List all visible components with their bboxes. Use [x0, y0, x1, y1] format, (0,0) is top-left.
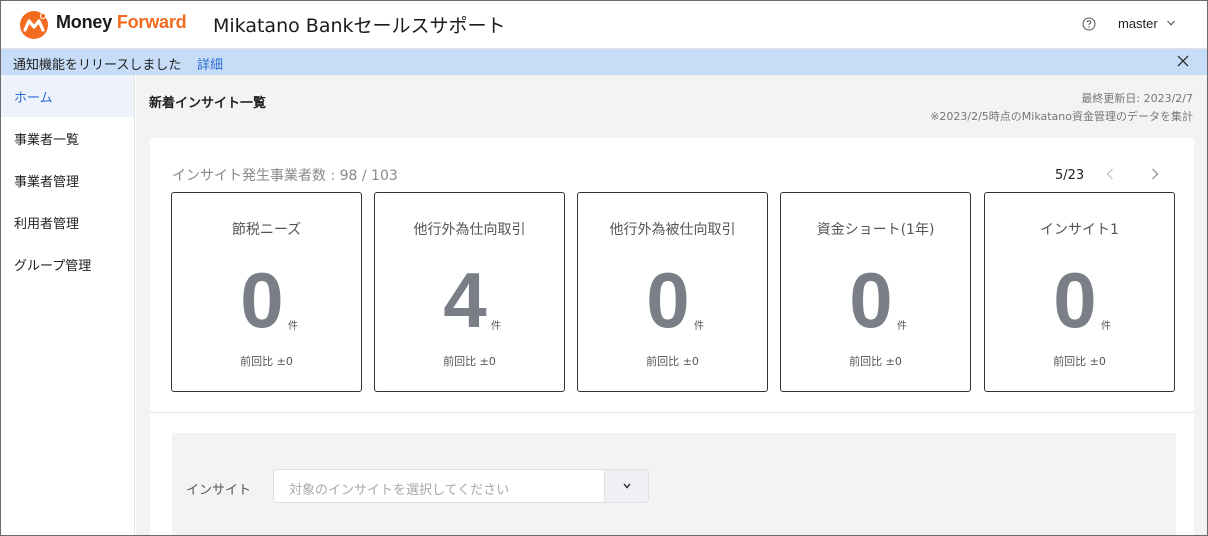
chevron-down-icon	[623, 483, 631, 489]
brand-logo-text[interactable]: Money Forward	[56, 12, 187, 33]
tile-diff: 前回比 ±0	[240, 355, 293, 368]
tile-unit: 件	[491, 321, 501, 332]
brand-forward: Forward	[116, 12, 187, 32]
insight-tile[interactable]: 他行外為仕向取引 4 件 前回比 ±0	[374, 192, 565, 392]
insight-tile[interactable]: インサイト1 0 件 前回比 ±0	[984, 192, 1175, 392]
chevron-down-icon[interactable]	[1166, 18, 1176, 28]
tile-diff: 前回比 ±0	[849, 355, 902, 368]
insight-card: インサイト発生事業者数 : 98 / 103 5/23 節税ニーズ 0 件 前回…	[150, 138, 1194, 535]
insight-select-placeholder: 対象のインサイトを選択してください	[289, 483, 510, 498]
sidebar-item-group-management[interactable]: グループ管理	[1, 243, 134, 285]
tile-diff: 前回比 ±0	[1053, 355, 1106, 368]
last-updated: 最終更新日: 2023/2/7	[1081, 92, 1193, 105]
pager-indicator: 5/23	[1055, 168, 1085, 183]
tile-diff: 前回比 ±0	[646, 355, 699, 368]
app-window: Money Forward Mikatano Bankセールスサポート mast…	[0, 0, 1208, 536]
insight-filter-panel: インサイト 対象のインサイトを選択してください	[172, 433, 1176, 535]
insight-count-label: インサイト発生事業者数 : 98 / 103	[172, 168, 398, 184]
main-content: 新着インサイト一覧 最終更新日: 2023/2/7 ※2023/2/5時点のMi…	[136, 75, 1207, 535]
tile-value: 4	[443, 256, 487, 344]
divider	[150, 412, 1194, 413]
help-icon[interactable]	[1082, 17, 1096, 31]
user-menu-name[interactable]: master	[1118, 16, 1158, 31]
tile-title: 他行外為仕向取引	[413, 222, 526, 238]
notification-detail-link[interactable]: 詳細	[197, 54, 223, 73]
tile-diff: 前回比 ±0	[443, 355, 496, 368]
aggregation-note: ※2023/2/5時点のMikatano資金管理のデータを集計	[930, 110, 1193, 123]
tile-value: 0	[240, 256, 284, 344]
notification-text: 通知機能をリリースしました	[13, 58, 182, 73]
chevron-right-icon[interactable]	[1148, 166, 1162, 182]
sidebar: ホーム 事業者一覧 事業者管理 利用者管理 グループ管理	[1, 75, 135, 535]
product-title: Mikatano Bankセールスサポート	[213, 15, 506, 37]
sidebar-item-business-list[interactable]: 事業者一覧	[1, 117, 134, 159]
tile-title: インサイト1	[1040, 222, 1119, 238]
brand-money: Money	[56, 12, 117, 32]
tile-value: 0	[646, 256, 690, 344]
tile-unit: 件	[897, 321, 907, 332]
tile-title: 節税ニーズ	[231, 222, 302, 238]
insight-select-toggle[interactable]	[604, 470, 648, 502]
notification-banner: 通知機能をリリースしました 詳細	[1, 49, 1207, 75]
insight-tile[interactable]: 節税ニーズ 0 件 前回比 ±0	[171, 192, 362, 392]
tile-unit: 件	[1101, 321, 1111, 332]
insight-tile[interactable]: 他行外為被仕向取引 0 件 前回比 ±0	[577, 192, 768, 392]
money-forward-logo-icon	[20, 11, 48, 39]
sidebar-item-user-management[interactable]: 利用者管理	[1, 201, 134, 243]
tile-unit: 件	[694, 321, 704, 332]
insight-filter-label: インサイト	[186, 483, 252, 498]
tile-value: 0	[849, 256, 893, 344]
close-icon[interactable]	[1176, 54, 1190, 68]
insight-select[interactable]: 対象のインサイトを選択してください	[273, 469, 649, 503]
tile-title: 資金ショート(1年)	[816, 222, 935, 238]
tile-value: 0	[1053, 256, 1097, 344]
tile-title: 他行外為被仕向取引	[609, 222, 736, 238]
sidebar-item-home[interactable]: ホーム	[1, 75, 134, 117]
insight-tile[interactable]: 資金ショート(1年) 0 件 前回比 ±0	[780, 192, 971, 392]
top-header: Money Forward Mikatano Bankセールスサポート mast…	[1, 1, 1207, 49]
sidebar-item-business-management[interactable]: 事業者管理	[1, 159, 134, 201]
chevron-left-icon[interactable]	[1103, 166, 1117, 182]
page-title: 新着インサイト一覧	[149, 96, 267, 111]
tile-unit: 件	[288, 321, 298, 332]
